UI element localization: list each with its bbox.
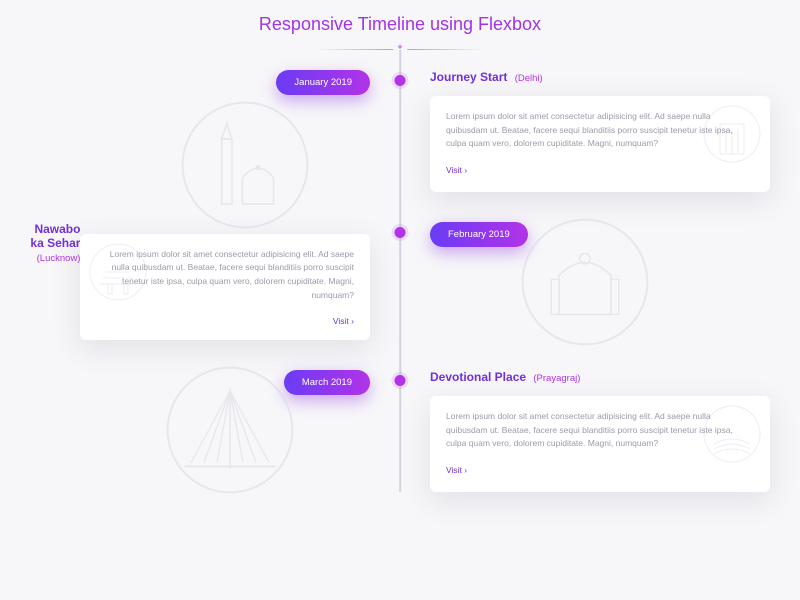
entry-body: Lorem ipsum dolor sit amet consectetur a… — [96, 248, 354, 302]
page-title: Responsive Timeline using Flexbox — [0, 0, 800, 43]
monument-illustration — [180, 100, 310, 230]
entry-title: Devotional Place — [430, 370, 526, 384]
entry-title: Journey Start — [430, 70, 507, 84]
visit-link[interactable]: Visit › — [446, 165, 467, 175]
visit-link[interactable]: Visit › — [96, 316, 354, 326]
date-pill: January 2019 — [276, 70, 370, 95]
entry-card: Lorem ipsum dolor sit amet consectetur a… — [80, 234, 370, 340]
entry-card: Lorem ipsum dolor sit amet consectetur a… — [430, 96, 770, 192]
entry-body: Lorem ipsum dolor sit amet consectetur a… — [446, 410, 754, 451]
visit-link[interactable]: Visit › — [446, 465, 467, 475]
entry-heading: Devotional Place (Prayagraj) — [430, 370, 770, 384]
monument-illustration — [520, 217, 650, 347]
entry-card: Lorem ipsum dolor sit amet consectetur a… — [430, 396, 770, 492]
timeline: January 2019 Journey Start (Delhi) Lorem… — [0, 50, 800, 492]
timeline-dot — [395, 75, 406, 86]
date-pill: March 2019 — [284, 370, 370, 395]
entry-location: (Prayagraj) — [533, 373, 580, 384]
entry-heading: Nawabo ka Sehar (Lucknow) — [30, 222, 80, 340]
entry-heading: Journey Start (Delhi) — [430, 70, 770, 84]
entry-body: Lorem ipsum dolor sit amet consectetur a… — [446, 110, 754, 151]
timeline-row: Nawabo ka Sehar (Lucknow) Lorem ipsum do… — [30, 222, 770, 340]
entry-location: (Delhi) — [515, 73, 543, 84]
date-pill: February 2019 — [430, 222, 528, 247]
entry-title: Nawabo ka Sehar — [30, 222, 80, 250]
timeline-dot — [395, 227, 406, 238]
entry-location: (Lucknow) — [37, 253, 81, 264]
timeline-row: March 2019 Devotional Place (Prayagraj) … — [30, 370, 770, 492]
timeline-row: January 2019 Journey Start (Delhi) Lorem… — [30, 70, 770, 192]
monument-illustration — [165, 365, 295, 495]
timeline-dot — [395, 375, 406, 386]
